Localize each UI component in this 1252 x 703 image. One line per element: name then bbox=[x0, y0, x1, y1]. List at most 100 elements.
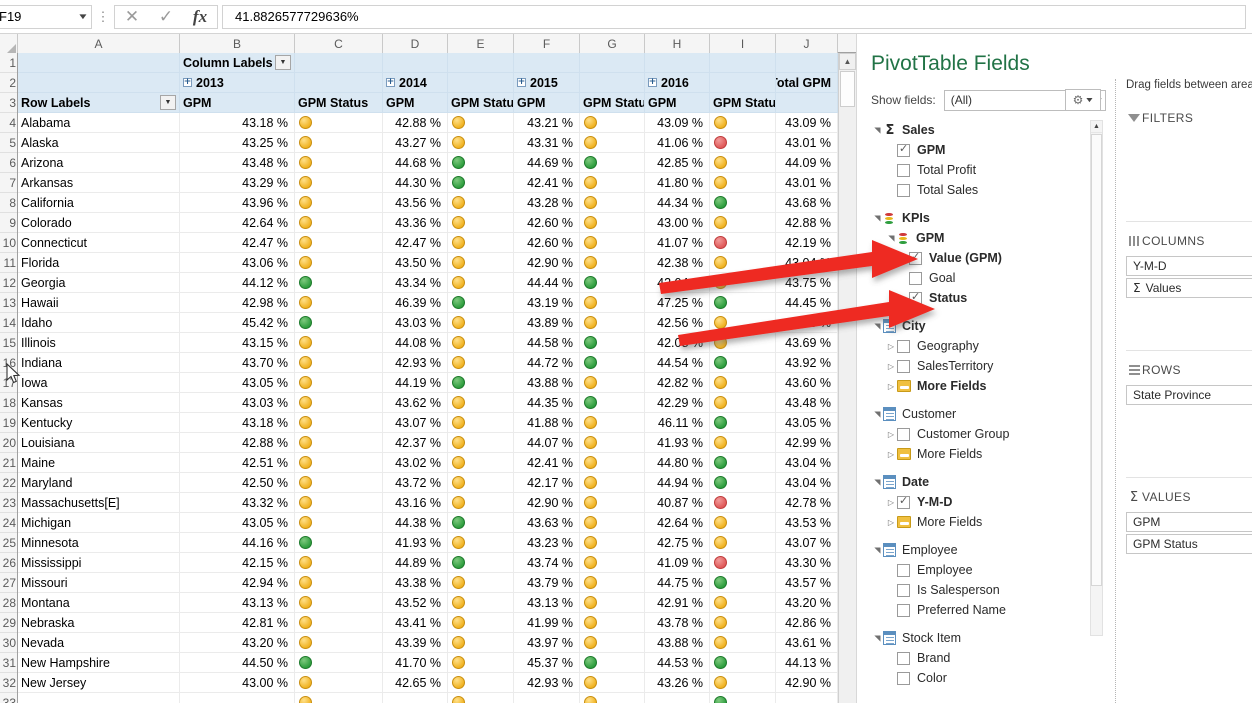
gpm-status-cell[interactable] bbox=[580, 613, 645, 633]
total-gpm-cell[interactable]: 44.13 % bbox=[776, 653, 838, 673]
gpm-value-cell[interactable]: 42.04 % bbox=[645, 273, 710, 293]
gpm-value-cell[interactable]: 41.93 % bbox=[645, 433, 710, 453]
row-header[interactable]: 14 bbox=[0, 313, 17, 333]
total-gpm-cell[interactable]: 43.01 % bbox=[776, 133, 838, 153]
year-group-2014[interactable]: +2014 bbox=[383, 73, 448, 93]
row-header[interactable]: 25 bbox=[0, 533, 17, 553]
total-gpm-cell[interactable]: 43.48 % bbox=[776, 393, 838, 413]
gpm-status-cell[interactable] bbox=[448, 613, 514, 633]
gpm-value-cell[interactable]: 42.98 % bbox=[180, 293, 295, 313]
total-gpm-cell[interactable]: 43.01 % bbox=[776, 173, 838, 193]
gpm-status-cell[interactable] bbox=[295, 533, 383, 553]
state-name-cell[interactable]: Michigan bbox=[18, 513, 180, 533]
total-gpm-cell[interactable]: 43.69 % bbox=[776, 333, 838, 353]
gpm-value-cell[interactable]: 43.13 % bbox=[514, 593, 580, 613]
gpm-value-cell[interactable]: 45.42 % bbox=[180, 313, 295, 333]
row-labels-filter-button[interactable]: ▼ bbox=[160, 95, 176, 110]
row-header[interactable]: 10 bbox=[0, 233, 17, 253]
select-all-corner[interactable] bbox=[0, 34, 18, 53]
gpm-value-cell[interactable]: 43.70 % bbox=[180, 353, 295, 373]
gpm-value-cell[interactable]: 43.06 % bbox=[180, 253, 295, 273]
field-list-item-brand[interactable]: Brand bbox=[871, 648, 1085, 668]
gpm-value-cell[interactable]: 47.25 % bbox=[645, 293, 710, 313]
row-header[interactable]: 13 bbox=[0, 293, 17, 313]
gpm-value-cell[interactable]: 43.48 % bbox=[180, 153, 295, 173]
gpm-status-cell[interactable] bbox=[580, 213, 645, 233]
gpm-status-cell[interactable] bbox=[710, 673, 776, 693]
gpm-status-cell[interactable] bbox=[295, 613, 383, 633]
gpm-status-cell[interactable] bbox=[710, 333, 776, 353]
gpm-value-cell[interactable] bbox=[180, 693, 295, 703]
column-header-A[interactable]: A bbox=[18, 34, 180, 53]
state-name-cell[interactable]: California bbox=[18, 193, 180, 213]
field-list-item-sales[interactable]: ◢ Σ Sales bbox=[871, 120, 1085, 140]
total-gpm-cell[interactable]: 43.20 % bbox=[776, 593, 838, 613]
row-header[interactable]: 28 bbox=[0, 593, 17, 613]
gpm-status-cell[interactable] bbox=[580, 653, 645, 673]
field-checkbox[interactable] bbox=[897, 142, 910, 157]
gpm-status-cell[interactable] bbox=[710, 573, 776, 593]
gpm-status-cell[interactable] bbox=[710, 253, 776, 273]
gpm-value-cell[interactable]: 44.35 % bbox=[514, 393, 580, 413]
gpm-status-cell[interactable] bbox=[448, 433, 514, 453]
gpm-status-cell[interactable] bbox=[580, 533, 645, 553]
gpm-status-cell[interactable] bbox=[580, 353, 645, 373]
gpm-value-cell[interactable]: 42.08 % bbox=[645, 333, 710, 353]
gpm-status-cell[interactable] bbox=[580, 233, 645, 253]
row-header[interactable]: 20 bbox=[0, 433, 17, 453]
gpm-status-cell[interactable] bbox=[448, 653, 514, 673]
gpm-status-cell[interactable] bbox=[710, 113, 776, 133]
row-header[interactable]: 7 bbox=[0, 173, 17, 193]
row-header[interactable]: 22 bbox=[0, 473, 17, 493]
row-header[interactable]: 21 bbox=[0, 453, 17, 473]
gpm-value-cell[interactable]: 44.07 % bbox=[514, 433, 580, 453]
expander-closed-icon[interactable]: ▷ bbox=[885, 450, 897, 459]
gpm-status-cell[interactable] bbox=[580, 553, 645, 573]
total-gpm-cell[interactable]: 43.53 % bbox=[776, 513, 838, 533]
state-name-cell[interactable]: New Hampshire bbox=[18, 653, 180, 673]
gpm-status-cell[interactable] bbox=[295, 213, 383, 233]
state-name-cell[interactable]: Maryland bbox=[18, 473, 180, 493]
scroll-up-icon[interactable]: ▲ bbox=[1091, 121, 1102, 133]
gpm-status-cell[interactable] bbox=[295, 453, 383, 473]
gpm-value-cell[interactable]: 43.18 % bbox=[180, 113, 295, 133]
gpm-status-cell[interactable] bbox=[710, 513, 776, 533]
total-gpm-cell[interactable]: 43.60 % bbox=[776, 373, 838, 393]
state-name-cell[interactable]: Arkansas bbox=[18, 173, 180, 193]
state-name-cell[interactable]: Georgia bbox=[18, 273, 180, 293]
gpm-status-cell[interactable] bbox=[580, 113, 645, 133]
total-gpm-cell[interactable]: 43.57 % bbox=[776, 573, 838, 593]
expander-open-icon[interactable]: ◢ bbox=[873, 212, 882, 224]
gpm-status-cell[interactable] bbox=[448, 573, 514, 593]
chevron-down-icon[interactable]: ▼ bbox=[1085, 97, 1095, 104]
gpm-value-cell[interactable]: 42.91 % bbox=[645, 593, 710, 613]
gpm-status-cell[interactable] bbox=[295, 473, 383, 493]
gpm-value-cell[interactable]: 44.80 % bbox=[645, 453, 710, 473]
gpm-status-cell[interactable] bbox=[295, 333, 383, 353]
field-checkbox[interactable] bbox=[897, 359, 910, 373]
row-header[interactable]: 5 bbox=[0, 133, 17, 153]
gpm-status-cell[interactable] bbox=[710, 173, 776, 193]
state-name-cell[interactable]: Connecticut bbox=[18, 233, 180, 253]
total-gpm-cell[interactable]: 43.30 % bbox=[776, 553, 838, 573]
area-filters[interactable]: FILTERS bbox=[1126, 109, 1252, 221]
gpm-value-cell[interactable]: 43.78 % bbox=[645, 613, 710, 633]
field-checkbox[interactable] bbox=[897, 494, 910, 509]
gpm-value-cell[interactable]: 43.19 % bbox=[514, 293, 580, 313]
row-header[interactable]: 9 bbox=[0, 213, 17, 233]
state-name-cell[interactable]: Hawaii bbox=[18, 293, 180, 313]
expander-open-icon[interactable]: ◢ bbox=[873, 408, 882, 420]
total-gpm-cell[interactable]: 42.78 % bbox=[776, 493, 838, 513]
gpm-status-cell[interactable] bbox=[448, 193, 514, 213]
total-gpm-cell[interactable]: 43.09 % bbox=[776, 113, 838, 133]
area-field-pill[interactable]: Y-M-D bbox=[1126, 256, 1252, 276]
gpm-value-cell[interactable]: 44.19 % bbox=[383, 373, 448, 393]
gpm-status-cell[interactable] bbox=[580, 513, 645, 533]
gpm-status-cell[interactable] bbox=[448, 173, 514, 193]
gpm-value-cell[interactable]: 42.29 % bbox=[645, 393, 710, 413]
gpm-status-cell[interactable] bbox=[580, 313, 645, 333]
column-header-D[interactable]: D bbox=[383, 34, 448, 53]
field-list-item-employee[interactable]: ◢ Employee bbox=[871, 540, 1085, 560]
state-name-cell[interactable]: Maine bbox=[18, 453, 180, 473]
year-group-2013[interactable]: +2013 bbox=[180, 73, 295, 93]
